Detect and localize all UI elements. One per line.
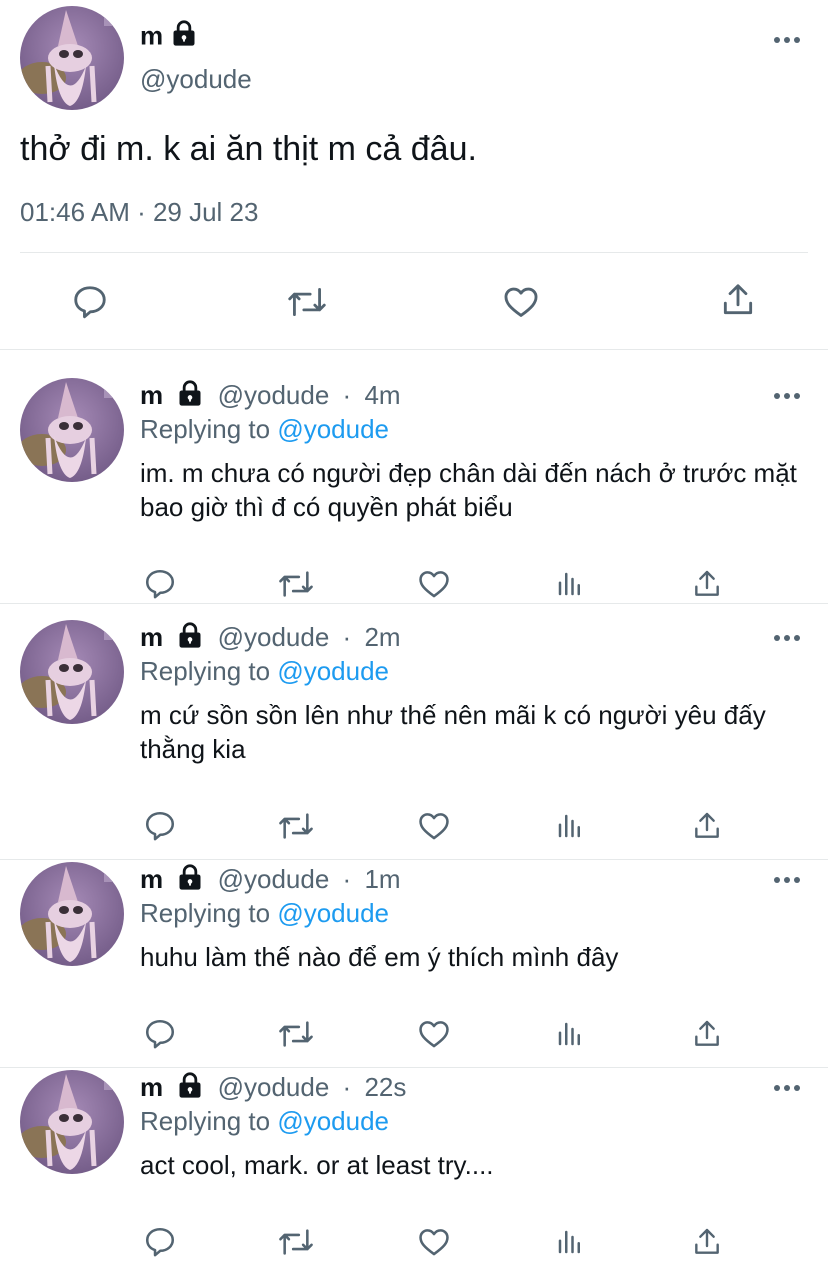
timestamp[interactable]: 22s	[364, 1072, 406, 1102]
divider	[20, 252, 808, 253]
tweet-text: im. m chưa có người đẹp chân dài đến nác…	[140, 458, 797, 522]
replying-to: Replying to @yodude	[140, 656, 389, 687]
timestamp[interactable]: 2m	[364, 622, 400, 652]
share-icon[interactable]	[689, 1222, 725, 1262]
share-icon[interactable]	[689, 564, 725, 604]
more-icon[interactable]	[772, 30, 802, 50]
separator: ·	[342, 864, 352, 895]
retweet-icon[interactable]	[275, 806, 317, 846]
lock-icon	[176, 622, 204, 657]
avatar[interactable]	[20, 1070, 124, 1174]
handle[interactable]: @yodude	[218, 1072, 330, 1102]
replying-to: Replying to @yodude	[140, 414, 389, 445]
display-name: m	[140, 20, 198, 55]
display-name: m	[140, 380, 164, 411]
replying-to-link[interactable]: @yodude	[277, 898, 389, 928]
reply-icon[interactable]	[70, 282, 110, 322]
lock-icon	[170, 20, 198, 55]
handle[interactable]: @yodude	[218, 622, 330, 652]
replying-to-link[interactable]: @yodude	[277, 414, 389, 444]
avatar[interactable]	[20, 620, 124, 724]
like-icon[interactable]	[414, 806, 454, 846]
retweet-icon[interactable]	[275, 1222, 317, 1262]
more-icon[interactable]	[772, 1078, 802, 1098]
lock-icon	[176, 864, 204, 899]
handle[interactable]: @yodude	[218, 864, 330, 894]
handle: @yodude	[140, 64, 252, 94]
divider	[0, 349, 828, 350]
separator: ·	[342, 622, 352, 653]
avatar[interactable]	[20, 862, 124, 966]
analytics-icon[interactable]	[552, 1014, 588, 1054]
like-icon[interactable]	[500, 282, 542, 322]
more-icon[interactable]	[772, 386, 802, 406]
tweet-timestamp: 01:46 AM · 29 Jul 23	[20, 197, 259, 227]
replying-to-link[interactable]: @yodude	[277, 656, 389, 686]
share-icon[interactable]	[689, 1014, 725, 1054]
analytics-icon[interactable]	[552, 1222, 588, 1262]
like-icon[interactable]	[414, 564, 454, 604]
replying-to: Replying to @yodude	[140, 1106, 389, 1137]
more-icon[interactable]	[772, 870, 802, 890]
timestamp[interactable]: 1m	[364, 864, 400, 894]
retweet-icon[interactable]	[284, 282, 330, 322]
analytics-icon[interactable]	[552, 564, 588, 604]
analytics-icon[interactable]	[552, 806, 588, 846]
tweet-text: act cool, mark. or at least try....	[140, 1150, 494, 1180]
reply-header: m @yodude · 22s	[140, 1072, 412, 1107]
tweet-text: thở đi m. k ai ăn thịt m cả đâu.	[20, 130, 477, 168]
retweet-icon[interactable]	[275, 1014, 317, 1054]
separator: ·	[342, 380, 352, 411]
retweet-icon[interactable]	[275, 564, 317, 604]
share-icon[interactable]	[718, 280, 758, 320]
display-name: m	[140, 864, 164, 895]
reply-icon[interactable]	[140, 564, 180, 604]
replying-to: Replying to @yodude	[140, 898, 389, 929]
replying-to-label: Replying to	[140, 1106, 271, 1136]
display-name: m	[140, 622, 164, 653]
tweet-text: huhu làm thế nào để em ý thích mình đây	[140, 942, 619, 972]
avatar[interactable]	[20, 6, 124, 110]
tweet-text: m cứ sồn sồn lên như thế nên mãi k có ng…	[140, 700, 766, 764]
replying-to-link[interactable]: @yodude	[277, 1106, 389, 1136]
divider	[0, 1067, 828, 1068]
reply-header: m @yodude · 1m	[140, 864, 407, 899]
display-name: m	[140, 1072, 164, 1103]
like-icon[interactable]	[414, 1222, 454, 1262]
divider	[0, 603, 828, 604]
more-icon[interactable]	[772, 628, 802, 648]
reply-icon[interactable]	[140, 1014, 180, 1054]
like-icon[interactable]	[414, 1014, 454, 1054]
replying-to-label: Replying to	[140, 656, 271, 686]
timestamp[interactable]: 4m	[364, 380, 400, 410]
replying-to-label: Replying to	[140, 898, 271, 928]
reply-icon[interactable]	[140, 1222, 180, 1262]
divider	[0, 859, 828, 860]
avatar[interactable]	[20, 378, 124, 482]
reply-header: m @yodude · 4m	[140, 380, 407, 415]
lock-icon	[176, 1072, 204, 1107]
reply-icon[interactable]	[140, 806, 180, 846]
separator: ·	[342, 1072, 352, 1103]
replying-to-label: Replying to	[140, 414, 271, 444]
reply-header: m @yodude · 2m	[140, 622, 407, 657]
share-icon[interactable]	[689, 806, 725, 846]
handle[interactable]: @yodude	[218, 380, 330, 410]
lock-icon	[176, 380, 204, 415]
